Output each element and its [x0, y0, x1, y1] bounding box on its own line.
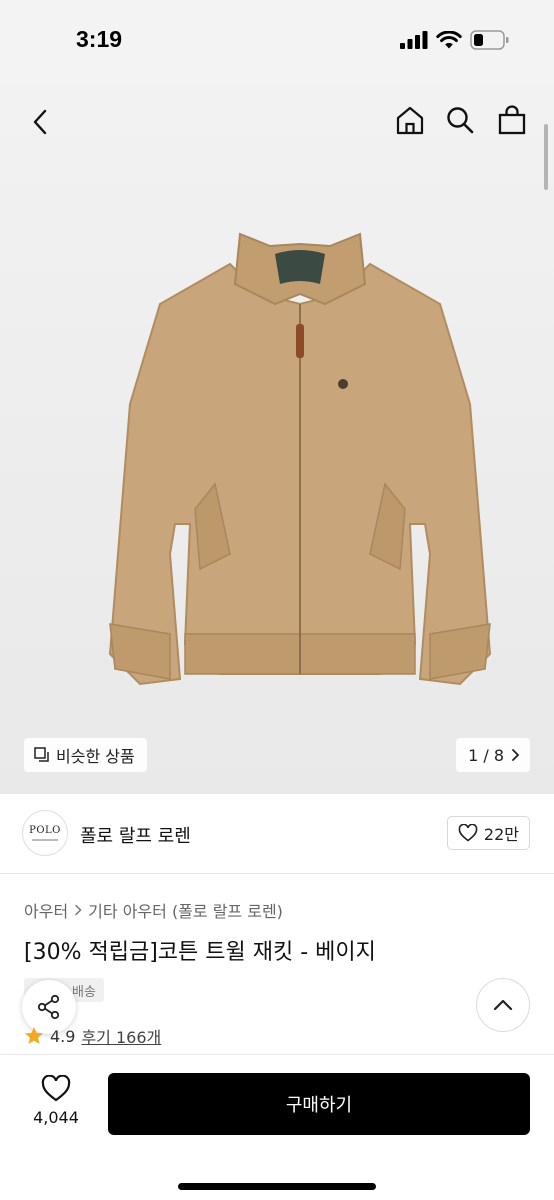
- battery-icon: [470, 30, 509, 50]
- status-bar: 3:19: [0, 0, 554, 84]
- product-title: [30% 적립금]코튼 트윌 재킷 - 베이지: [24, 940, 376, 965]
- shipping-badge-label: 배송: [72, 984, 96, 1000]
- breadcrumb-item[interactable]: 기타 아우터 (폴로 랄프 로렌): [88, 898, 283, 922]
- chevron-left-icon: [33, 109, 47, 135]
- brand-logo-text: POLO: [29, 825, 61, 836]
- wishlist-button[interactable]: 4,044: [26, 1075, 86, 1139]
- cart-button[interactable]: [494, 102, 530, 138]
- brand-name[interactable]: 폴로 랄프 로렌: [80, 822, 191, 848]
- back-button[interactable]: [22, 104, 58, 140]
- star-icon: [25, 1027, 43, 1044]
- brand-logo-underline: [32, 839, 58, 841]
- search-button[interactable]: [442, 102, 478, 138]
- rating-row: 4.9 후기 166개: [24, 1024, 161, 1048]
- similar-products-button[interactable]: 비슷한 상품: [24, 738, 147, 772]
- copy-icon: [34, 747, 49, 762]
- brand-logo[interactable]: POLO: [22, 810, 68, 856]
- brand-like-button[interactable]: 22만: [446, 816, 530, 850]
- brand-like-count: 22만: [483, 825, 519, 844]
- home-icon: [396, 106, 424, 135]
- home-indicator: [178, 1183, 376, 1190]
- image-counter-text: 1 / 8: [468, 745, 504, 765]
- buy-button[interactable]: 구매하기: [108, 1073, 530, 1135]
- chevron-right-icon: [75, 904, 82, 916]
- share-icon: [37, 994, 60, 1020]
- brand-row[interactable]: POLO 폴로 랄프 로렌 22만: [0, 796, 554, 874]
- status-icons: [400, 30, 510, 50]
- status-time: 3:19: [76, 26, 123, 52]
- image-counter[interactable]: 1 / 8: [456, 738, 530, 772]
- search-icon: [447, 107, 474, 134]
- rating-value: 4.9: [50, 1026, 76, 1046]
- similar-products-label: 비슷한 상품: [56, 747, 135, 766]
- bottom-action-bar: 4,044 구매하기: [0, 1054, 554, 1200]
- breadcrumb-item[interactable]: 아우터: [24, 898, 68, 922]
- product-photo: [108, 232, 492, 686]
- wifi-icon: [436, 30, 462, 48]
- scrollbar-thumb[interactable]: [544, 124, 548, 190]
- shopping-bag-icon: [498, 105, 526, 135]
- product-image-gallery[interactable]: 비슷한 상품 1 / 8: [0, 84, 554, 794]
- chevron-right-icon: [512, 749, 520, 761]
- wishlist-count: 4,044: [33, 1108, 79, 1127]
- breadcrumb: 아우터 기타 아우터 (폴로 랄프 로렌): [24, 898, 283, 922]
- heart-icon: [41, 1075, 71, 1102]
- home-button[interactable]: [392, 102, 428, 138]
- chevron-up-icon: [493, 999, 513, 1011]
- signal-icon: [400, 31, 428, 49]
- heart-icon: [458, 824, 478, 842]
- scroll-top-button[interactable]: [476, 978, 530, 1032]
- reviews-link[interactable]: 후기 166개: [81, 1024, 161, 1048]
